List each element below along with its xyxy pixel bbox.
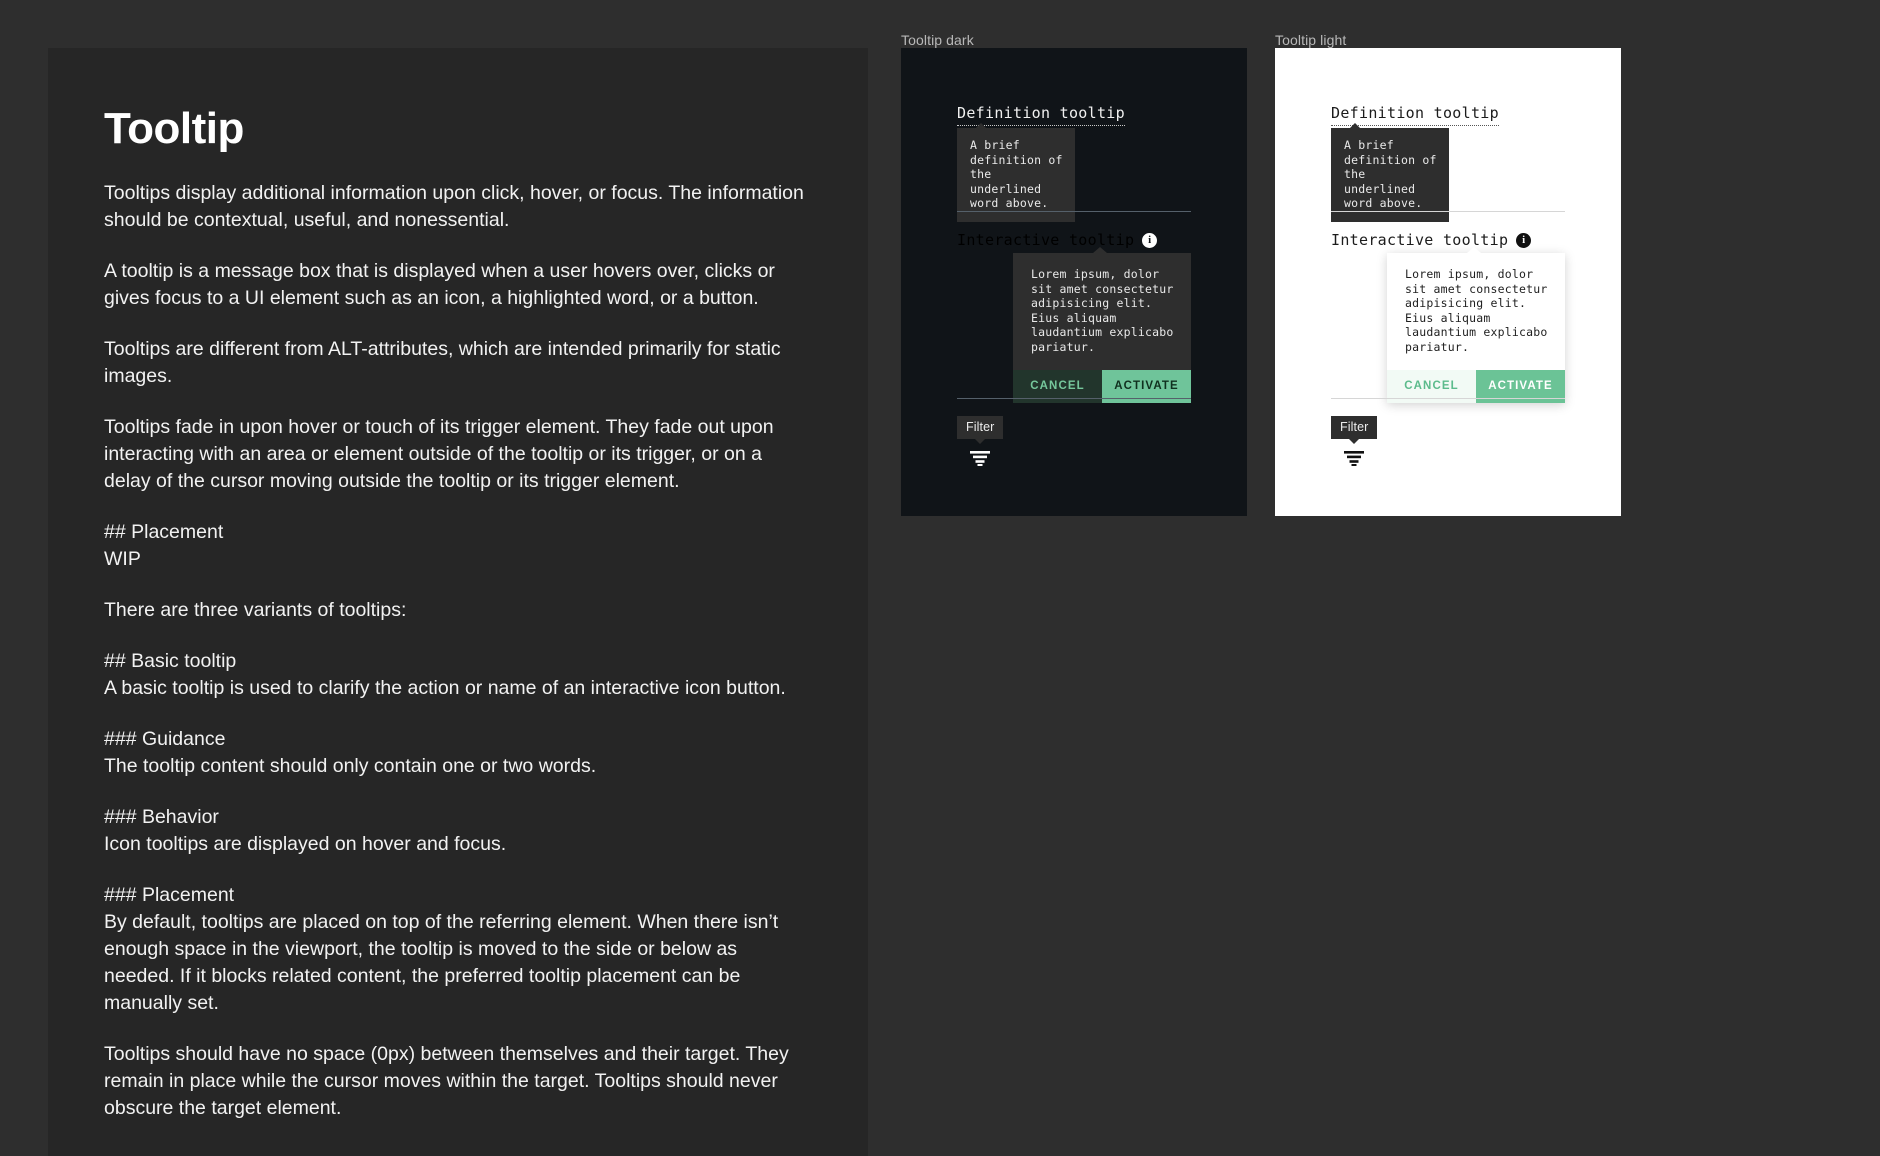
- section-divider-light-2: [1331, 398, 1565, 399]
- filter-icon[interactable]: [969, 449, 1003, 472]
- tooltip-arrow-icon: [1093, 247, 1107, 253]
- intro-paragraph-1: Tooltips display additional information …: [104, 182, 804, 231]
- definition-tooltip-bubble-dark: A brief definition of the underlined wor…: [957, 123, 1075, 222]
- placement-detail-body: By default, tooltips are placed on top o…: [104, 911, 779, 1014]
- interactive-tooltip-trigger-light[interactable]: Interactive tooltip i: [1331, 231, 1532, 249]
- guidance-body: The tooltip content should only contain …: [104, 755, 597, 777]
- guidance-section: ### Guidance The tooltip content should …: [104, 726, 814, 780]
- interactive-tooltip-card-light: Lorem ipsum, dolor sit amet consectetur …: [1387, 247, 1565, 403]
- basic-tooltip-section: ## Basic tooltip A basic tooltip is used…: [104, 648, 814, 702]
- info-icon[interactable]: i: [1516, 232, 1532, 248]
- tooltip-arrow-icon: [1467, 247, 1481, 253]
- interactive-tooltip-label-dark: Interactive tooltip: [957, 231, 1135, 249]
- section-divider-dark-2: [957, 398, 1191, 399]
- placement-body: WIP: [104, 548, 141, 570]
- basic-tooltip-bubble-light: Filter: [1331, 416, 1378, 444]
- basic-tooltip-label-dark: Filter: [966, 420, 995, 434]
- basic-tooltip-heading: ## Basic tooltip: [104, 650, 237, 672]
- placement-detail-heading: ### Placement: [104, 884, 235, 906]
- placement-section: ## Placement WIP: [104, 519, 814, 573]
- basic-tooltip-bubble-dark: Filter: [957, 416, 1004, 444]
- placement-heading: ## Placement: [104, 521, 224, 543]
- interactive-tooltip-text-light: Lorem ipsum, dolor sit amet consectetur …: [1387, 253, 1565, 370]
- placement-detail-section: ### Placement By default, tooltips are p…: [104, 882, 814, 1017]
- basic-tooltip-group-dark: Filter: [957, 416, 1004, 472]
- interactive-tooltip-text-dark: Lorem ipsum, dolor sit amet consectetur …: [1013, 253, 1191, 370]
- section-divider-light-1: [1331, 211, 1565, 212]
- panel-label-dark: Tooltip dark: [901, 32, 974, 48]
- basic-tooltip-group-light: Filter: [1331, 416, 1378, 472]
- tooltip-arrow-icon: [1349, 439, 1360, 444]
- basic-tooltip-label-light: Filter: [1340, 420, 1369, 434]
- intro-paragraph-3: Tooltips are different from ALT-attribut…: [104, 338, 781, 387]
- interactive-tooltip-label-light: Interactive tooltip: [1331, 231, 1509, 249]
- definition-tooltip-text-light: A brief definition of the underlined wor…: [1344, 138, 1437, 210]
- behavior-heading: ### Behavior: [104, 806, 219, 828]
- behavior-section: ### Behavior Icon tooltips are displayed…: [104, 804, 814, 858]
- interactive-tooltip-card-dark: Lorem ipsum, dolor sit amet consectetur …: [1013, 247, 1191, 403]
- panel-label-light: Tooltip light: [1275, 32, 1347, 48]
- tooltip-arrow-icon: [975, 123, 987, 129]
- basic-tooltip-body: A basic tooltip is used to clarify the a…: [104, 677, 786, 699]
- behavior-body: Icon tooltips are displayed on hover and…: [104, 833, 507, 855]
- intro-paragraph-2: A tooltip is a message box that is displ…: [104, 260, 775, 309]
- page-title: Tooltip: [104, 104, 244, 153]
- intro-paragraph-4: Tooltips fade in upon hover or touch of …: [104, 416, 774, 492]
- spacing-paragraph: Tooltips should have no space (0px) betw…: [104, 1043, 789, 1119]
- document-card: Tooltip Tooltips display additional info…: [48, 48, 868, 1156]
- interactive-tooltip-trigger-dark[interactable]: Interactive tooltip i: [957, 231, 1158, 249]
- guidance-heading: ### Guidance: [104, 728, 226, 750]
- info-icon[interactable]: i: [1142, 232, 1158, 248]
- tooltip-arrow-icon: [975, 439, 986, 444]
- tooltip-dark-panel: Definition tooltip A brief definition of…: [901, 48, 1247, 516]
- definition-tooltip-bubble-light: A brief definition of the underlined wor…: [1331, 123, 1449, 222]
- variants-intro: There are three variants of tooltips:: [104, 599, 407, 621]
- definition-tooltip-text-dark: A brief definition of the underlined wor…: [970, 138, 1063, 210]
- section-divider-dark-1: [957, 211, 1191, 212]
- tooltip-light-panel: Definition tooltip A brief definition of…: [1275, 48, 1621, 516]
- tooltip-arrow-icon: [1349, 123, 1361, 129]
- screenshot-root: Tooltip Tooltips display additional info…: [0, 0, 1880, 1156]
- filter-icon[interactable]: [1343, 449, 1377, 472]
